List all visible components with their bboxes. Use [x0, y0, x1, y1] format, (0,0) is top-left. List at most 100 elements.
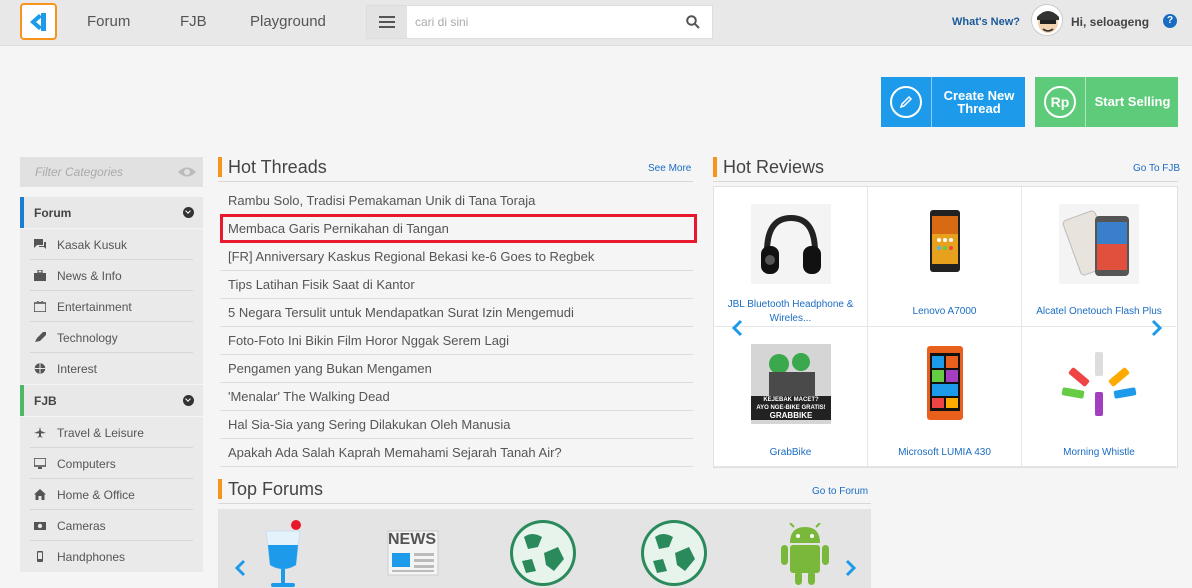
filter-categories-placeholder: Filter Categories [35, 165, 124, 179]
kaskus-logo[interactable] [20, 3, 57, 40]
rupiah-icon: Rp [1044, 86, 1076, 118]
start-selling-icon-box: Rp [1035, 77, 1086, 127]
review-item[interactable]: Morning Whistle [1022, 327, 1176, 467]
sidebar-item-interest[interactable]: Interest [20, 353, 203, 384]
chevron-left-icon[interactable] [731, 319, 743, 337]
top-forums-title: Top Forums [218, 479, 323, 499]
news-icon-label: NEWS [388, 531, 436, 548]
home-icon [34, 489, 46, 500]
sidebar-item-handphones[interactable]: Handphones [20, 541, 203, 572]
review-name: Alcatel Onetouch Flash Plus [1036, 306, 1162, 317]
chevron-down-icon[interactable] [183, 207, 194, 218]
sidebar-item-label: Interest [57, 362, 98, 376]
top-forums-carousel: NEWS [218, 509, 871, 588]
android-icon[interactable] [778, 523, 832, 585]
avatar[interactable] [1031, 4, 1063, 36]
sidebar-item-label: Technology [57, 331, 118, 345]
hot-thread-link[interactable]: Hal Sia-Sia yang Sering Dilakukan Oleh M… [228, 417, 511, 432]
review-item[interactable]: Alcatel Onetouch Flash Plus [1022, 187, 1176, 327]
hot-reviews-title: Hot Reviews [713, 157, 824, 177]
help-icon[interactable]: ? [1163, 14, 1177, 28]
rocket-icon [35, 332, 46, 342]
hot-thread-link[interactable]: Apakah Ada Salah Kaprah Memahami Sejarah… [228, 445, 562, 460]
chevron-right-icon[interactable] [1151, 319, 1163, 337]
sidebar-item-label: Kasak Kusuk [57, 238, 128, 252]
sidebar-item-cameras[interactable]: Cameras [20, 510, 203, 541]
news-icon[interactable]: NEWS [384, 529, 442, 577]
chat-icon [34, 239, 46, 249]
sidebar-item-label: Handphones [57, 550, 126, 564]
drink-glass-icon[interactable] [258, 519, 308, 588]
search-icon[interactable] [686, 15, 700, 29]
chevron-right-icon[interactable] [845, 559, 857, 577]
category-fjb-header[interactable]: FJB [20, 385, 203, 416]
nav-fjb[interactable]: FJB [180, 13, 207, 30]
camera-icon [34, 522, 46, 530]
chevron-left-icon[interactable] [234, 559, 246, 577]
review-item[interactable]: Lenovo A7000 [868, 187, 1022, 327]
sidebar-item-label: Travel & Leisure [57, 426, 144, 440]
sidebar-item-travel-leisure[interactable]: Travel & Leisure [20, 417, 203, 448]
hot-threads-title: Hot Threads [218, 157, 327, 177]
search-input[interactable] [415, 7, 675, 37]
sidebar-item-label: Home & Office [57, 488, 135, 502]
nav-playground[interactable]: Playground [250, 13, 326, 30]
globe-icon[interactable] [639, 517, 709, 588]
hot-thread-link[interactable]: Rambu Solo, Tradisi Pemakaman Unik di Ta… [228, 193, 535, 208]
grabbike-tagline-1: KEJEBAK MACET? [763, 397, 819, 403]
morning-whistle-image [1059, 344, 1139, 424]
sidebar-item-label: News & Info [57, 269, 122, 283]
eye-icon[interactable] [177, 166, 197, 178]
search-box [366, 5, 713, 39]
globe-icon[interactable] [508, 517, 578, 588]
filter-categories-input[interactable]: Filter Categories [20, 157, 203, 187]
sidebar-item-entertainment[interactable]: Entertainment [20, 291, 203, 322]
review-name: Lenovo A7000 [912, 306, 977, 317]
avatar-image [1037, 11, 1059, 33]
lumia-phone-image [905, 344, 985, 424]
hot-thread-link[interactable]: 'Menalar' The Walking Dead [228, 389, 390, 404]
nav-forum[interactable]: Forum [87, 13, 130, 30]
menu-button[interactable] [367, 6, 407, 38]
create-thread-button[interactable]: Create New Thread [881, 77, 1025, 127]
top-navbar: Forum FJB Playground What's New? Hi, sel… [0, 0, 1192, 46]
sidebar-item-technology[interactable]: Technology [20, 322, 203, 353]
sidebar-item-home-office[interactable]: Home & Office [20, 479, 203, 510]
hot-thread-link[interactable]: 5 Negara Tersulit untuk Mendapatkan Sura… [228, 305, 574, 320]
hot-thread-link[interactable]: Tips Latihan Fisik Saat di Kantor [228, 277, 415, 292]
monitor-icon [34, 458, 46, 469]
hot-thread-link[interactable]: [FR] Anniversary Kaskus Regional Bekasi … [228, 249, 594, 264]
chevron-down-icon[interactable] [183, 395, 194, 406]
briefcase-icon [34, 270, 46, 281]
review-item[interactable]: Microsoft LUMIA 430 [868, 327, 1022, 467]
sidebar-item-label: Computers [57, 457, 116, 471]
kaskus-logo-icon [30, 13, 46, 31]
sidebar-item-computers[interactable]: Computers [20, 448, 203, 479]
review-name: Morning Whistle [1063, 447, 1135, 458]
tv-icon [34, 301, 46, 312]
review-item[interactable]: KEJEBAK MACET? AYO NGE-BIKE GRATIS! GRAB… [714, 327, 868, 467]
grabbike-brand: GRABBIKE [769, 411, 813, 420]
airplane-icon [34, 427, 46, 438]
go-to-fjb-link[interactable]: Go To FJB [1133, 163, 1180, 174]
see-more-link[interactable]: See More [648, 163, 691, 174]
hot-thread-link[interactable]: Foto-Foto Ini Bikin Film Horor Nggak Ser… [228, 333, 509, 348]
hot-thread-link[interactable]: Pengamen yang Bukan Mengamen [228, 361, 432, 376]
start-selling-button[interactable]: Rp Start Selling [1035, 77, 1178, 127]
headphone-image [751, 204, 831, 284]
create-thread-label-2: Thread [957, 101, 1001, 116]
whats-new-link[interactable]: What's New? [952, 16, 1020, 28]
user-greeting[interactable]: Hi, seloageng [1071, 15, 1149, 29]
lenovo-phone-image [905, 204, 985, 284]
alcatel-phone-image [1059, 204, 1139, 284]
review-item[interactable]: JBL Bluetooth Headphone & Wireles... [714, 187, 868, 327]
sidebar-item-news-info[interactable]: News & Info [20, 260, 203, 291]
category-forum-header[interactable]: Forum [20, 197, 203, 228]
go-to-forum-link[interactable]: Go to Forum [812, 486, 868, 497]
sidebar-item-kasak-kusuk[interactable]: Kasak Kusuk [20, 229, 203, 260]
pencil-icon [890, 86, 922, 118]
grabbike-image: KEJEBAK MACET? AYO NGE-BIKE GRATIS! GRAB… [751, 344, 831, 424]
phone-icon [37, 551, 43, 562]
category-fjb-label: FJB [34, 394, 57, 408]
create-thread-icon-box [881, 77, 932, 127]
